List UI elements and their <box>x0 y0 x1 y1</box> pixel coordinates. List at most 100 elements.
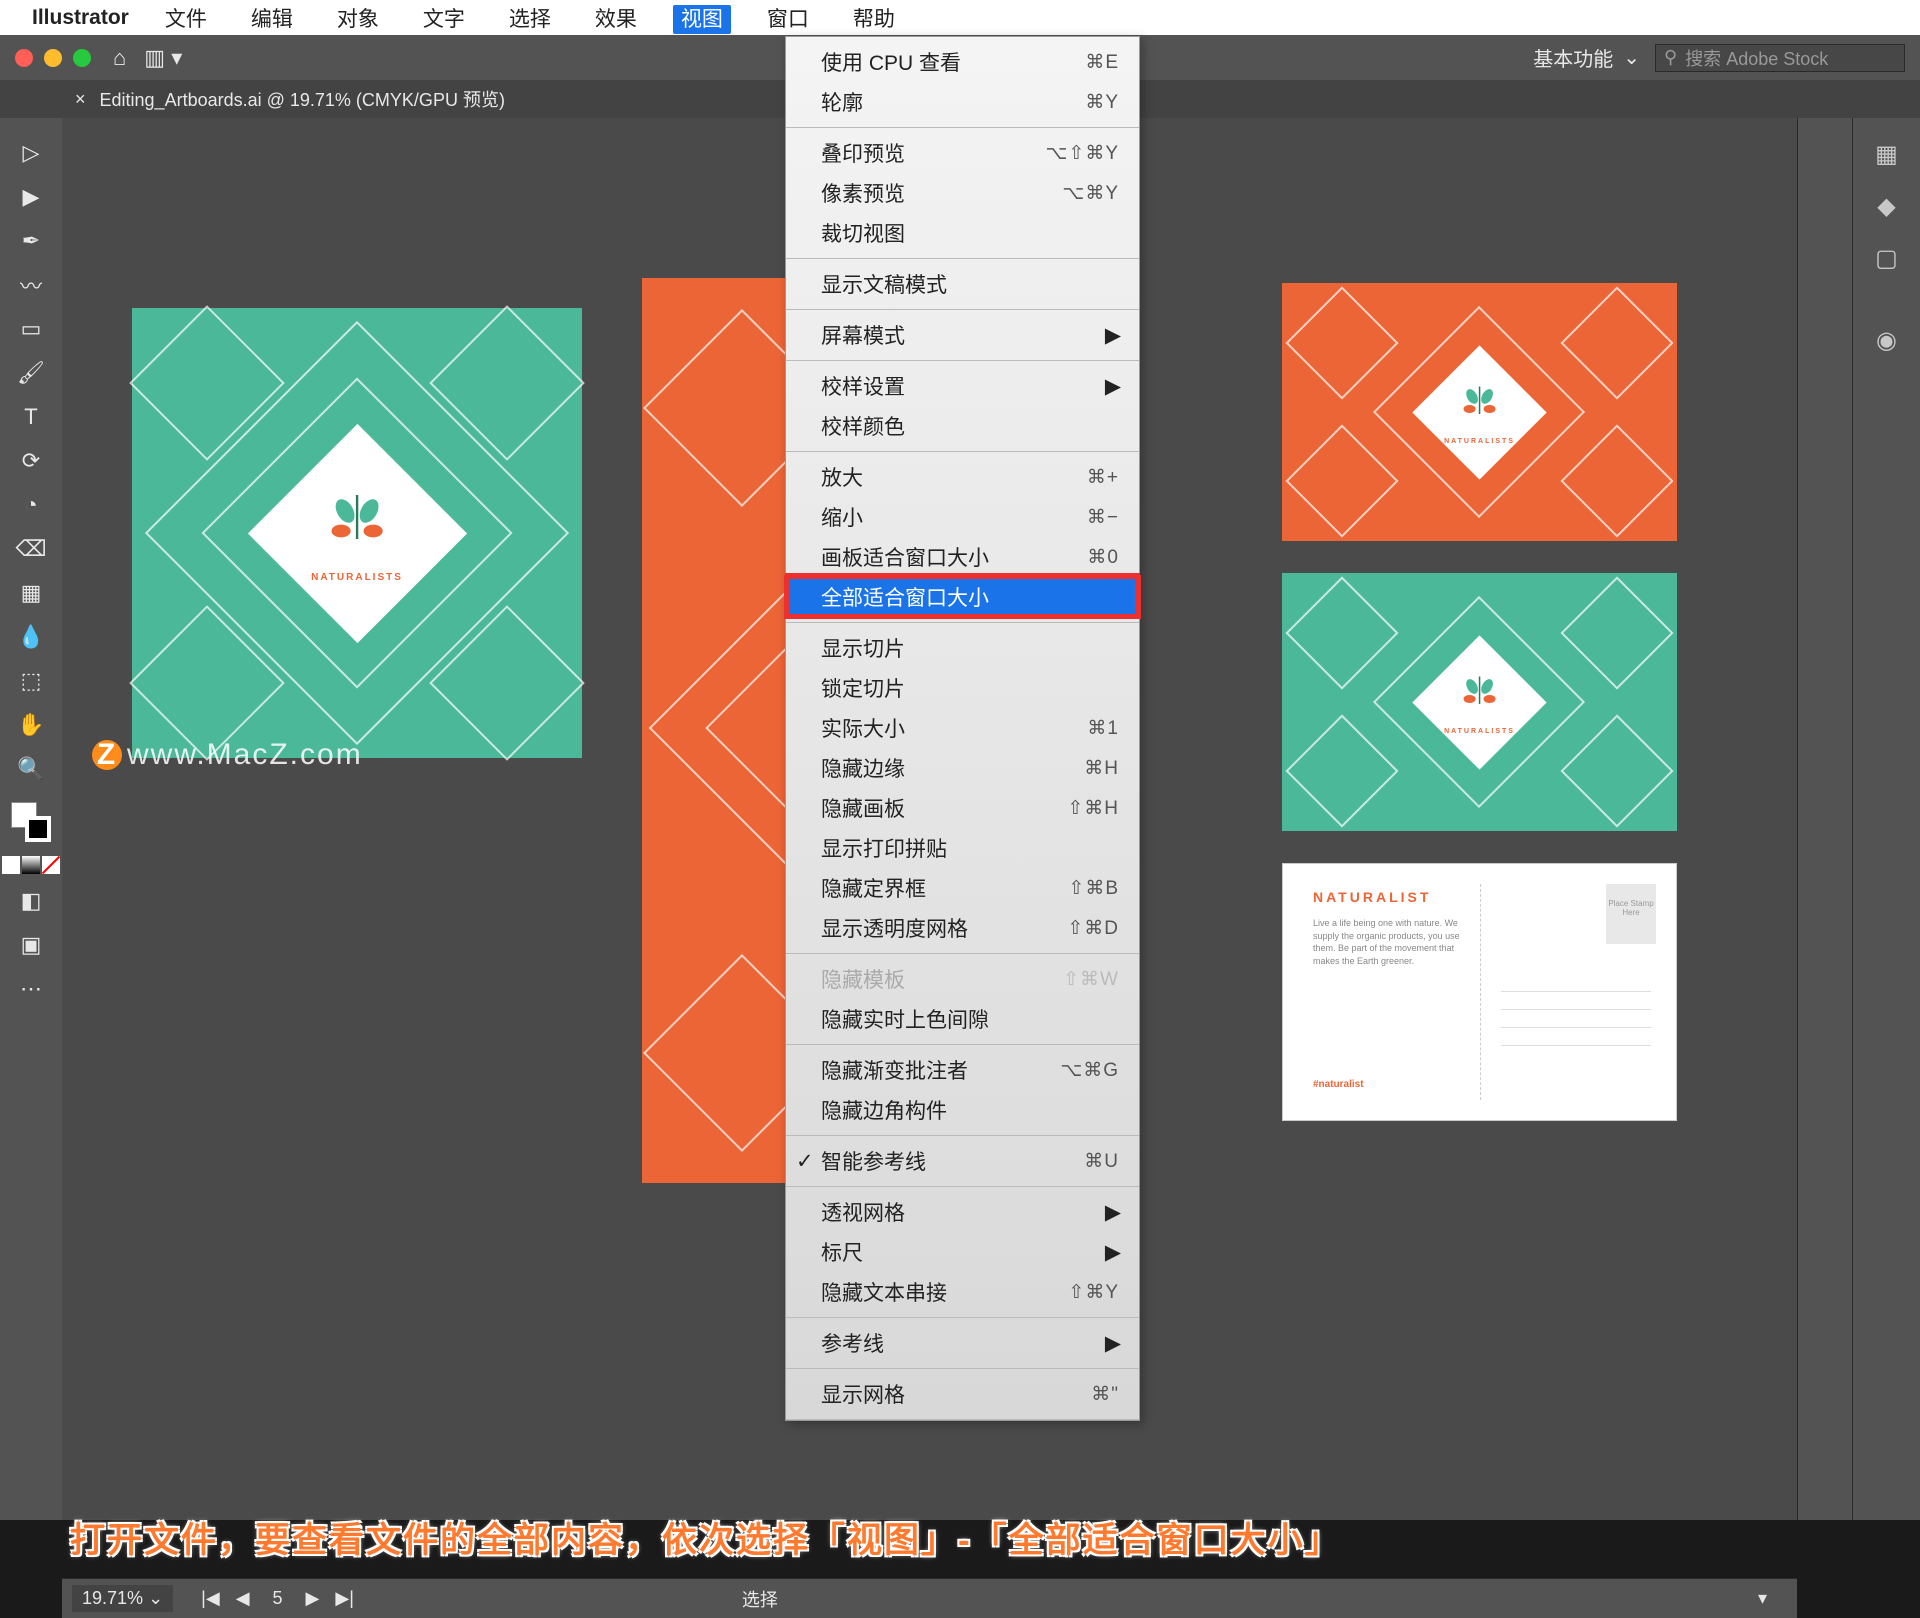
eraser-tool-icon[interactable]: ⌫ <box>14 532 48 566</box>
layout-icon[interactable]: ▥ ▾ <box>144 45 182 71</box>
menu-item-隐藏边缘[interactable]: 隐藏边缘⌘H <box>786 748 1139 788</box>
menu-item-隐藏画板[interactable]: 隐藏画板⇧⌘H <box>786 788 1139 828</box>
nav-last-icon[interactable]: ▶| <box>327 1588 362 1609</box>
menu-item-校样颜色[interactable]: 校样颜色 <box>786 406 1139 446</box>
menu-选择[interactable]: 选择 <box>501 5 559 34</box>
menu-item-轮廓[interactable]: 轮廓⌘Y <box>786 82 1139 122</box>
type-tool-icon[interactable]: T <box>14 400 48 434</box>
menu-item-标尺[interactable]: 标尺▶ <box>786 1232 1139 1272</box>
menu-item-校样设置[interactable]: 校样设置▶ <box>786 366 1139 406</box>
select-label[interactable]: 选择 <box>742 1586 778 1612</box>
gradient-tool-icon[interactable]: ▦ <box>14 576 48 610</box>
menu-视图[interactable]: 视图 <box>673 5 731 34</box>
leaf-icon <box>317 483 397 563</box>
maximize-window-icon[interactable] <box>73 49 91 67</box>
search-icon: ⚲ <box>1664 47 1677 68</box>
menu-item-画板适合窗口大小[interactable]: 画板适合窗口大小⌘0 <box>786 537 1139 577</box>
edit-toolbar-icon[interactable]: ⋯ <box>14 972 48 1006</box>
menu-item-隐藏文本串接[interactable]: 隐藏文本串接⇧⌘Y <box>786 1272 1139 1312</box>
artboard-number[interactable]: 5 <box>258 1588 298 1609</box>
menu-item-屏幕模式[interactable]: 屏幕模式▶ <box>786 315 1139 355</box>
watermark: Zwww.MacZ.com <box>92 738 363 772</box>
artboard-tool-icon[interactable]: ⬚ <box>14 664 48 698</box>
zoom-select[interactable]: 19.71% ⌄ <box>72 1585 173 1612</box>
rectangle-tool-icon[interactable]: ▭ <box>14 312 48 346</box>
artboard-3: NATURALISTS <box>1282 283 1677 541</box>
home-icon[interactable]: ⌂ <box>113 45 126 71</box>
status-bar: 19.71% ⌄ |◀ ◀ 5 ▶ ▶| 选择 ▾ <box>62 1578 1797 1618</box>
leaf-logo: NATURALISTS <box>311 483 403 583</box>
view-menu-dropdown: 使用 CPU 查看⌘E轮廓⌘Y 叠印预览⌥⇧⌘Y像素预览⌥⌘Y裁切视图显示文稿模式… <box>785 36 1140 1421</box>
menu-item-隐藏实时上色间隙[interactable]: 隐藏实时上色间隙 <box>786 999 1139 1039</box>
zoom-tool-icon[interactable]: 🔍 <box>14 752 48 786</box>
screenmode-icon[interactable]: ▣ <box>14 928 48 962</box>
menu-item-隐藏定界框[interactable]: 隐藏定界框⇧⌘B <box>786 868 1139 908</box>
menu-item-使用 CPU 查看[interactable]: 使用 CPU 查看⌘E <box>786 42 1139 82</box>
direct-selection-tool-icon[interactable]: ▶ <box>14 180 48 214</box>
libraries-panel-icon[interactable]: ▢ <box>1871 242 1903 274</box>
layers-panel-icon[interactable]: ◆ <box>1871 190 1903 222</box>
menu-item-实际大小[interactable]: 实际大小⌘1 <box>786 708 1139 748</box>
fill-stroke-control[interactable] <box>11 802 51 842</box>
color-mode-none-icon[interactable] <box>42 856 60 874</box>
rotate-tool-icon[interactable]: ⟳ <box>14 444 48 478</box>
menu-文字[interactable]: 文字 <box>415 5 473 34</box>
panel-drag-handle[interactable] <box>1797 118 1852 1520</box>
menu-item-智能参考线[interactable]: ✓智能参考线⌘U <box>786 1141 1139 1181</box>
menu-item-显示文稿模式[interactable]: 显示文稿模式 <box>786 264 1139 304</box>
app-name[interactable]: Illustrator <box>32 6 129 30</box>
menu-item-缩小[interactable]: 缩小⌘− <box>786 497 1139 537</box>
menu-item-裁切视图[interactable]: 裁切视图 <box>786 213 1139 253</box>
nav-next-icon[interactable]: ▶ <box>298 1588 328 1609</box>
color-mode-gradient-icon[interactable] <box>22 856 40 874</box>
minimize-window-icon[interactable] <box>44 49 62 67</box>
paintbrush-tool-icon[interactable]: 🖌 <box>14 356 48 390</box>
tool-panel: ▷ ▶ ✒ 〰 ▭ 🖌 T ⟳ ◔ ⌫ ▦ 💧 ⬚ ✋ 🔍 ◧ ▣ ⋯ <box>0 118 62 1520</box>
search-placeholder: 搜索 Adobe Stock <box>1685 45 1828 71</box>
menu-item-透视网格[interactable]: 透视网格▶ <box>786 1192 1139 1232</box>
curvature-tool-icon[interactable]: 〰 <box>14 268 48 302</box>
menu-窗口[interactable]: 窗口 <box>759 5 817 34</box>
scroll-dropdown-icon[interactable]: ▾ <box>1758 1588 1767 1609</box>
menu-item-参考线[interactable]: 参考线▶ <box>786 1323 1139 1363</box>
workspace-switcher[interactable]: 基本功能 ⌄ <box>1533 43 1640 72</box>
menu-item-显示切片[interactable]: 显示切片 <box>786 628 1139 668</box>
close-window-icon[interactable] <box>15 49 33 67</box>
menu-item-全部适合窗口大小[interactable]: 全部适合窗口大小 <box>786 577 1139 617</box>
nav-first-icon[interactable]: |◀ <box>193 1588 228 1609</box>
menu-item-叠印预览[interactable]: 叠印预览⌥⇧⌘Y <box>786 133 1139 173</box>
menu-item-放大[interactable]: 放大⌘+ <box>786 457 1139 497</box>
eyedropper-tool-icon[interactable]: 💧 <box>14 620 48 654</box>
document-tab[interactable]: × Editing_Artboards.ai @ 19.71% (CMYK/GP… <box>75 86 505 112</box>
menu-item-显示打印拼贴[interactable]: 显示打印拼贴 <box>786 828 1139 868</box>
hand-tool-icon[interactable]: ✋ <box>14 708 48 742</box>
menu-对象[interactable]: 对象 <box>329 5 387 34</box>
color-mode-solid-icon[interactable] <box>2 856 20 874</box>
appearance-panel-icon[interactable]: ◉ <box>1871 324 1903 356</box>
pen-tool-icon[interactable]: ✒ <box>14 224 48 258</box>
menu-文件[interactable]: 文件 <box>157 5 215 34</box>
menu-item-锁定切片[interactable]: 锁定切片 <box>786 668 1139 708</box>
stroke-color-icon[interactable] <box>25 816 51 842</box>
watermark-icon: Z <box>92 740 122 770</box>
menu-item-隐藏渐变批注者[interactable]: 隐藏渐变批注者⌥⌘G <box>786 1050 1139 1090</box>
search-input[interactable]: ⚲ 搜索 Adobe Stock <box>1655 44 1905 72</box>
menu-效果[interactable]: 效果 <box>587 5 645 34</box>
menu-item-显示透明度网格[interactable]: 显示透明度网格⇧⌘D <box>786 908 1139 948</box>
menu-item-像素预览[interactable]: 像素预览⌥⌘Y <box>786 173 1139 213</box>
watermark-text: www.MacZ.com <box>127 738 363 771</box>
workspace-label: 基本功能 <box>1533 43 1613 72</box>
menu-帮助[interactable]: 帮助 <box>845 5 903 34</box>
drawmode-icon[interactable]: ◧ <box>14 884 48 918</box>
nav-prev-icon[interactable]: ◀ <box>228 1588 258 1609</box>
selection-tool-icon[interactable]: ▷ <box>14 136 48 170</box>
shapebuilder-tool-icon[interactable]: ◔ <box>14 488 48 522</box>
properties-panel-icon[interactable]: ▦ <box>1871 138 1903 170</box>
chevron-down-icon: ⌄ <box>1623 45 1640 70</box>
artboard-4: NATURALISTS <box>1282 573 1677 831</box>
document-title: Editing_Artboards.ai @ 19.71% (CMYK/GPU … <box>100 86 505 112</box>
menu-编辑[interactable]: 编辑 <box>243 5 301 34</box>
close-tab-icon[interactable]: × <box>75 89 86 110</box>
menu-item-隐藏边角构件[interactable]: 隐藏边角构件 <box>786 1090 1139 1130</box>
menu-item-显示网格[interactable]: 显示网格⌘" <box>786 1374 1139 1414</box>
